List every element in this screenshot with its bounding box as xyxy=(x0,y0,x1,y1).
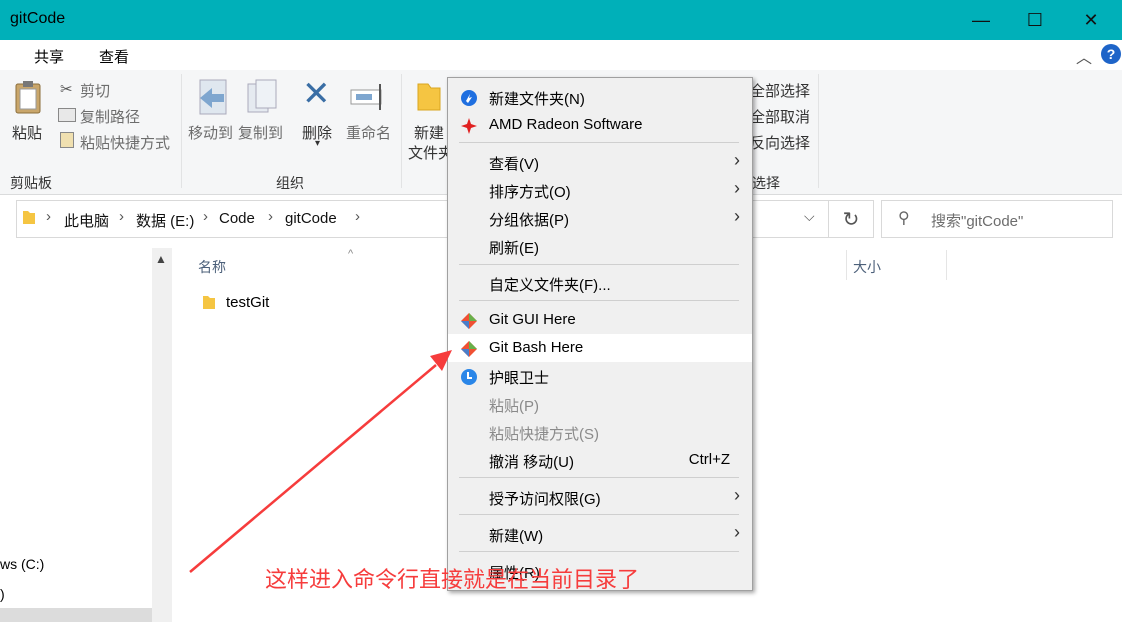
help-icon[interactable]: ? xyxy=(1101,44,1121,64)
menu-item-git-bash[interactable]: Git Bash Here xyxy=(448,334,752,362)
menu-item-sort-by[interactable]: 排序方式(O) › xyxy=(448,176,752,204)
select-none-button[interactable]: 全部取消 xyxy=(750,106,810,127)
menu-item-view[interactable]: 查看(V) › xyxy=(448,148,752,176)
column-header-size[interactable]: 大小 xyxy=(853,257,881,277)
amd-radeon-icon xyxy=(460,117,478,135)
menu-item-new[interactable]: 新建(W) › xyxy=(448,520,752,548)
move-to-icon[interactable] xyxy=(196,78,230,118)
breadcrumb-this-pc[interactable]: 此电脑 xyxy=(64,210,109,231)
menu-separator xyxy=(459,142,739,143)
clipboard-group-label: 剪贴板 xyxy=(10,175,52,191)
ribbon-divider xyxy=(181,74,182,188)
menu-separator xyxy=(459,551,739,552)
cut-button[interactable]: 剪切 xyxy=(80,80,110,101)
annotation-text: 这样进入命令行直接就是在当前目录了 xyxy=(265,567,640,592)
submenu-arrow-icon: › xyxy=(734,522,740,542)
paste-shortcut-icon xyxy=(60,132,74,148)
menu-item-new-folder-netdisk[interactable]: 新建文件夹(N) xyxy=(448,83,752,111)
move-to-button[interactable]: 移动到 xyxy=(188,122,233,143)
nav-scrollbar[interactable] xyxy=(152,248,172,622)
menu-item-grant-access[interactable]: 授予访问权限(G) › xyxy=(448,483,752,511)
scroll-up-icon[interactable]: ▲ xyxy=(155,252,167,266)
breadcrumb-separator-icon[interactable]: › xyxy=(355,208,360,225)
new-folder-button-line1[interactable]: 新建 xyxy=(414,122,444,143)
tab-share[interactable]: 共享 xyxy=(34,46,64,67)
breadcrumb-separator-icon[interactable]: › xyxy=(203,208,208,225)
breadcrumb-separator-icon[interactable]: › xyxy=(268,208,273,225)
ribbon-divider xyxy=(818,74,819,188)
menu-item-undo-move[interactable]: 撤消 移动(U) Ctrl+Z xyxy=(448,446,752,474)
menu-item-refresh[interactable]: 刷新(E) xyxy=(448,232,752,260)
close-button[interactable]: ✕ xyxy=(1068,0,1114,40)
menu-separator xyxy=(459,514,739,515)
collapse-ribbon-icon[interactable]: ︿ xyxy=(1076,44,1092,68)
delete-icon[interactable]: ✕ xyxy=(302,74,331,114)
breadcrumb-gitcode[interactable]: gitCode xyxy=(285,210,337,227)
nav-item-c-drive[interactable]: ws (C:) xyxy=(0,556,44,572)
submenu-arrow-icon: › xyxy=(734,178,740,198)
address-dropdown-icon[interactable]: ⌵ xyxy=(804,208,815,225)
column-divider[interactable] xyxy=(946,250,947,280)
undo-shortcut: Ctrl+Z xyxy=(688,451,730,468)
sort-ascending-icon: ^ xyxy=(348,248,354,260)
search-placeholder: 搜索"gitCode" xyxy=(931,213,1024,230)
menu-item-customize-folder[interactable]: 自定义文件夹(F)... xyxy=(448,269,752,297)
minimize-button[interactable]: — xyxy=(958,0,1004,40)
paste-icon[interactable] xyxy=(14,80,42,114)
menu-item-paste-shortcut: 粘贴快捷方式(S) xyxy=(489,426,599,443)
folder-icon xyxy=(202,294,216,310)
submenu-arrow-icon: › xyxy=(734,150,740,170)
breadcrumb-drive-e[interactable]: 数据 (E:) xyxy=(136,210,194,231)
paste-button[interactable]: 粘贴 xyxy=(12,122,42,143)
tab-view[interactable]: 查看 xyxy=(99,46,129,67)
copy-to-button[interactable]: 复制到 xyxy=(238,122,283,143)
rename-icon[interactable] xyxy=(350,82,388,112)
eye-guard-icon xyxy=(460,368,478,386)
file-item-testgit[interactable]: testGit xyxy=(226,294,269,311)
chevron-down-icon[interactable]: ▾ xyxy=(315,138,320,149)
rename-button[interactable]: 重命名 xyxy=(346,122,391,143)
copy-path-button[interactable]: 复制路径 xyxy=(80,106,140,127)
submenu-arrow-icon: › xyxy=(734,485,740,505)
menu-separator xyxy=(459,264,739,265)
breadcrumb-separator-icon[interactable]: › xyxy=(46,208,51,225)
new-folder-icon[interactable] xyxy=(416,80,442,112)
submenu-arrow-icon: › xyxy=(734,206,740,226)
refresh-button[interactable]: ↻ xyxy=(828,200,874,238)
nav-selected-row[interactable] xyxy=(0,608,152,622)
menu-item-paste: 粘贴(P) xyxy=(489,398,539,415)
menu-separator xyxy=(459,300,739,301)
folder-icon xyxy=(22,209,36,225)
title-bar xyxy=(0,0,1122,40)
select-all-button[interactable]: 全部选择 xyxy=(750,80,810,101)
select-group-label: 选择 xyxy=(752,175,780,191)
breadcrumb-code[interactable]: Code xyxy=(219,210,255,227)
menu-separator xyxy=(459,477,739,478)
menu-item-git-gui[interactable]: Git GUI Here xyxy=(448,306,752,334)
menu-item-eye-guard[interactable]: 护眼卫士 xyxy=(448,362,752,390)
organize-group-label: 组织 xyxy=(276,175,304,191)
paste-shortcut-button[interactable]: 粘贴快捷方式 xyxy=(80,132,170,153)
cut-icon: ✂ xyxy=(60,81,73,98)
window-title: gitCode xyxy=(10,10,66,27)
baidu-netdisk-icon xyxy=(460,89,478,107)
copy-to-icon[interactable] xyxy=(246,78,280,118)
nav-item-partial[interactable]: ) xyxy=(0,586,5,602)
context-menu: 新建文件夹(N) AMD Radeon Software 查看(V) › 排序方… xyxy=(447,77,753,591)
git-icon xyxy=(460,312,478,330)
breadcrumb-separator-icon[interactable]: › xyxy=(119,208,124,225)
menu-item-group-by[interactable]: 分组依据(P) › xyxy=(448,204,752,232)
git-icon xyxy=(460,340,478,358)
column-divider[interactable] xyxy=(846,250,847,280)
invert-selection-button[interactable]: 反向选择 xyxy=(750,132,810,153)
ribbon-tab-bar xyxy=(0,40,1122,70)
ribbon-divider xyxy=(401,74,402,188)
menu-item-amd-radeon[interactable]: AMD Radeon Software xyxy=(448,111,752,139)
copy-path-icon xyxy=(58,108,76,122)
maximize-button[interactable]: ☐ xyxy=(1012,0,1058,40)
column-header-name[interactable]: 名称 xyxy=(198,257,226,277)
search-icon: ⚲ xyxy=(898,210,910,227)
